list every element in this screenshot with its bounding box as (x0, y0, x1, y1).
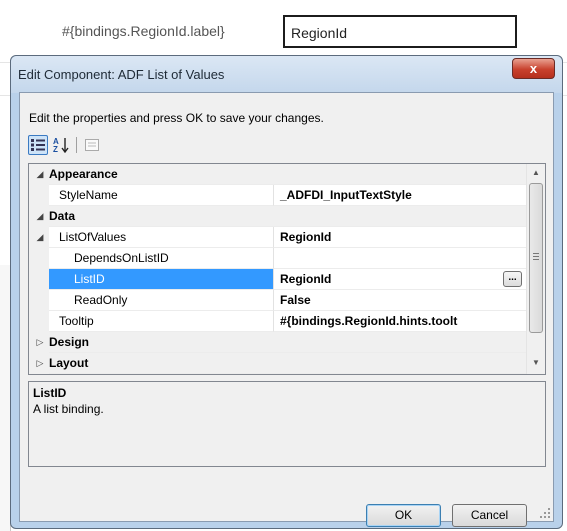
vertical-scrollbar[interactable]: ▲ ▼ (526, 164, 545, 374)
scroll-thumb[interactable] (529, 183, 543, 333)
grip-line (533, 259, 539, 260)
cancel-button[interactable]: Cancel (452, 504, 527, 527)
property-value[interactable]: False (274, 290, 526, 311)
close-icon: x (529, 61, 538, 76)
dialog-client-area: Edit the properties and press OK to save… (19, 92, 554, 527)
grid-gutter (29, 311, 49, 332)
description-text: A list binding. (33, 402, 104, 416)
grip-line (533, 256, 539, 257)
property-value[interactable]: _ADFDI_InputTextStyle (274, 185, 526, 206)
property-name: StyleName (49, 185, 274, 206)
expand-arrow-icon[interactable]: ▷ (33, 353, 47, 374)
background-label: #{bindings.RegionId.label} (62, 23, 225, 39)
grid-gutter (29, 248, 49, 269)
grid-gutter (29, 185, 49, 206)
property-row-tooltip[interactable]: Tooltip #{bindings.RegionId.hints.toolt (29, 311, 526, 332)
category-label: Appearance (49, 164, 526, 185)
property-name: ListOfValues (49, 227, 274, 248)
alphabetical-button[interactable]: A Z (51, 135, 71, 155)
property-value[interactable]: RegionId (274, 227, 526, 248)
category-appearance[interactable]: ◢ Appearance (29, 164, 526, 185)
categorized-button[interactable] (28, 135, 48, 155)
dialog-title: Edit Component: ADF List of Values (18, 67, 225, 82)
property-toolbar: A Z (28, 135, 102, 155)
property-value[interactable]: RegionId ... (274, 269, 526, 290)
ok-button[interactable]: OK (366, 504, 441, 527)
scroll-down-icon[interactable]: ▼ (531, 358, 541, 368)
property-row-readonly[interactable]: ReadOnly False (29, 290, 526, 311)
title-bar[interactable]: Edit Component: ADF List of Values x (11, 56, 562, 93)
category-design[interactable]: ▷ Design (29, 332, 526, 353)
property-value[interactable]: #{bindings.RegionId.hints.toolt (274, 311, 526, 332)
property-name: ReadOnly (49, 290, 274, 311)
category-label: Layout (49, 353, 526, 374)
category-label: Data (49, 206, 526, 227)
collapse-arrow-icon[interactable]: ◢ (33, 227, 47, 248)
grid-gutter (29, 290, 49, 311)
grid-gutter (29, 269, 49, 290)
property-grid: ◢ Appearance StyleName _ADFDI_InputTextS… (28, 163, 546, 375)
svg-text:Z: Z (53, 145, 58, 153)
close-button[interactable]: x (512, 58, 555, 79)
ellipsis-button[interactable]: ... (503, 271, 522, 287)
property-row-stylename[interactable]: StyleName _ADFDI_InputTextStyle (29, 185, 526, 206)
background-field[interactable]: RegionId (283, 15, 517, 48)
category-layout[interactable]: ▷ Layout (29, 353, 526, 374)
property-pages-button[interactable] (82, 135, 102, 155)
property-pages-icon (85, 139, 99, 151)
toolbar-separator (76, 137, 77, 153)
category-data[interactable]: ◢ Data (29, 206, 526, 227)
category-label: Design (49, 332, 526, 353)
property-value-text: RegionId (280, 272, 332, 286)
collapse-arrow-icon[interactable]: ◢ (33, 206, 47, 227)
scroll-up-icon[interactable]: ▲ (531, 168, 541, 178)
expand-arrow-icon[interactable]: ▷ (33, 332, 47, 353)
property-value[interactable] (274, 248, 526, 269)
sort-az-icon: A Z (53, 137, 69, 153)
instruction-text: Edit the properties and press OK to save… (29, 111, 324, 125)
property-row-listid[interactable]: ListID RegionId ... (29, 269, 526, 290)
resize-grip-icon[interactable] (540, 508, 550, 518)
property-name: DependsOnListID (49, 248, 274, 269)
grip-line (533, 253, 539, 254)
edit-component-dialog: Edit Component: ADF List of Values x Edi… (10, 55, 563, 529)
property-name: ListID (49, 269, 274, 290)
description-title: ListID (33, 386, 67, 400)
property-name: Tooltip (49, 311, 274, 332)
property-row-dependsonlistid[interactable]: DependsOnListID (29, 248, 526, 269)
collapse-arrow-icon[interactable]: ◢ (33, 164, 47, 185)
description-panel: ListID A list binding. (28, 381, 546, 467)
categorized-icon (31, 139, 45, 151)
property-row-listofvalues[interactable]: ◢ ListOfValues RegionId (29, 227, 526, 248)
